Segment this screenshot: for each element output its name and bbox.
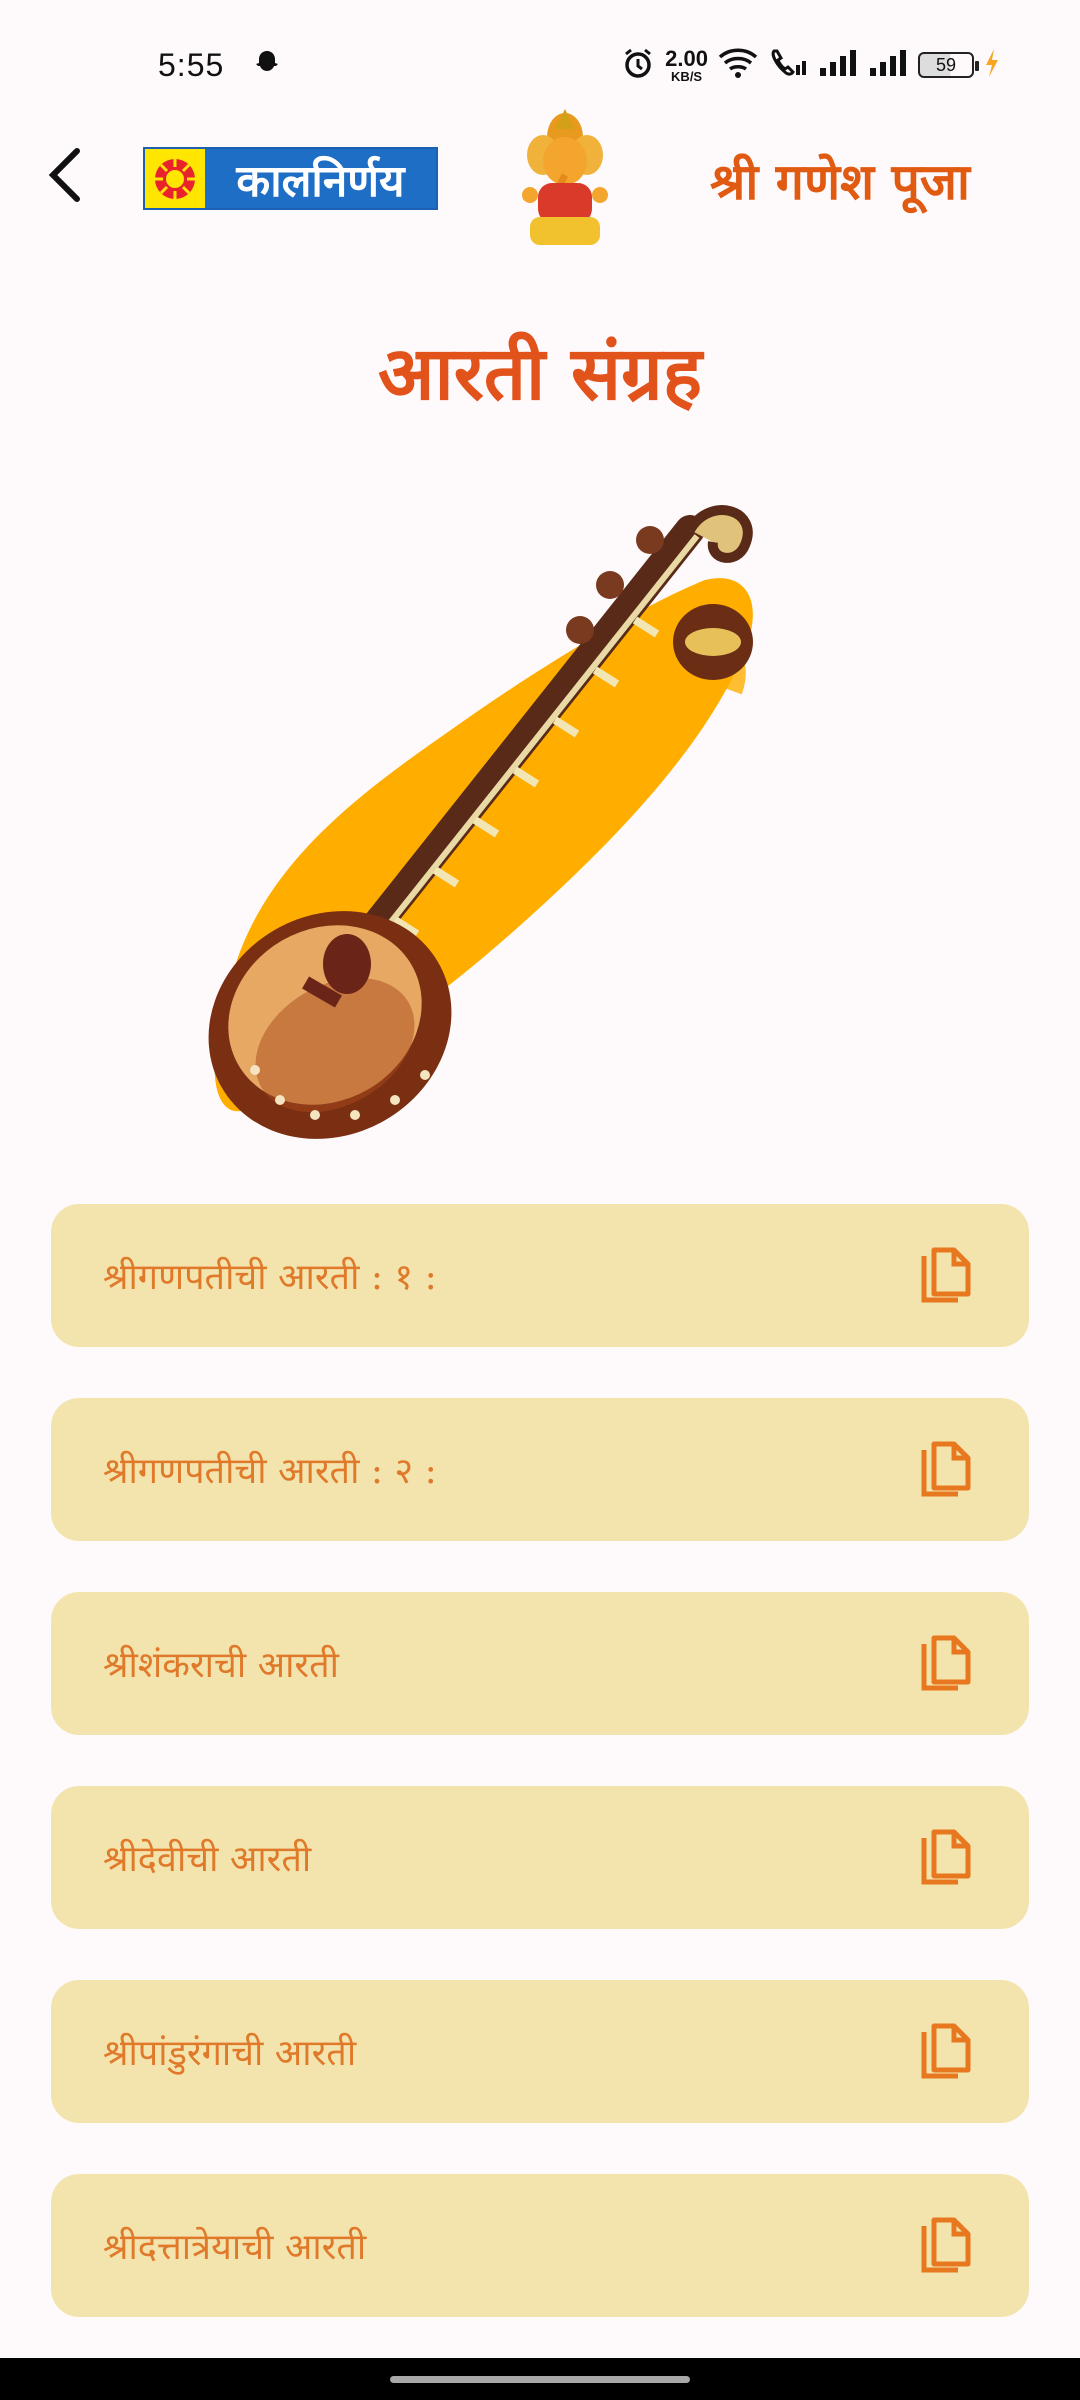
wifi-call-icon	[768, 47, 808, 84]
copy-icon[interactable]	[915, 1633, 977, 1695]
list-item[interactable]: श्रीदेवीची आरती	[51, 1786, 1029, 1929]
battery-icon: 59	[918, 52, 979, 78]
aarti-list: श्रीगणपतीची आरती : १ : श्रीगणपतीची आरती …	[51, 1204, 1029, 2368]
copy-icon[interactable]	[915, 1245, 977, 1307]
aarti-label: श्रीगणपतीची आरती : २ :	[103, 1451, 437, 1492]
aarti-label: श्रीपांडुरंगाची आरती	[103, 2033, 357, 2074]
list-item[interactable]: श्रीशंकराची आरती	[51, 1592, 1029, 1735]
header-title: श्री गणेश पूजा	[710, 152, 970, 211]
net-speed-unit: KB/S	[671, 68, 703, 84]
signal-icon	[818, 48, 858, 83]
app-header: कालनिर्णय श्री गणेश पूजा	[0, 95, 1080, 265]
copy-icon[interactable]	[915, 2215, 977, 2277]
charging-icon	[984, 48, 1000, 83]
aarti-label: श्रीदेवीची आरती	[103, 1839, 312, 1880]
aarti-label: श्रीदत्तात्रेयाची आरती	[103, 2227, 367, 2268]
list-item[interactable]: श्रीगणपतीची आरती : १ :	[51, 1204, 1029, 1347]
veena-illustration	[185, 490, 885, 1170]
brand-logo-text: कालनिर्णय	[205, 149, 436, 208]
alarm-icon	[621, 46, 655, 85]
ganesha-icon	[510, 105, 620, 250]
back-button[interactable]	[30, 140, 100, 210]
sun-icon	[145, 149, 205, 208]
copy-icon[interactable]	[915, 1827, 977, 1889]
brand-logo: कालनिर्णय	[143, 147, 438, 210]
aarti-label: श्रीगणपतीची आरती : १ :	[103, 1257, 437, 1298]
chevron-left-icon	[48, 148, 80, 202]
page-title: आरती संग्रह	[377, 331, 703, 417]
aarti-label: श्रीशंकराची आरती	[103, 1645, 339, 1686]
list-item[interactable]: श्रीदत्तात्रेयाची आरती	[51, 2174, 1029, 2317]
net-speed: 2.00 KB/S	[665, 45, 708, 84]
signal-icon	[868, 48, 908, 83]
battery-level: 59	[935, 54, 957, 75]
list-item[interactable]: श्रीगणपतीची आरती : २ :	[51, 1398, 1029, 1541]
copy-icon[interactable]	[915, 1439, 977, 1501]
wifi-icon	[718, 47, 758, 84]
system-nav-bar	[0, 2358, 1080, 2400]
status-time: 5:55	[158, 46, 225, 83]
snapchat-ghost-icon	[252, 48, 282, 83]
net-speed-value: 2.00	[665, 45, 708, 71]
list-item[interactable]: श्रीपांडुरंगाची आरती	[51, 1980, 1029, 2123]
copy-icon[interactable]	[915, 2021, 977, 2083]
home-handle[interactable]	[390, 2375, 690, 2383]
